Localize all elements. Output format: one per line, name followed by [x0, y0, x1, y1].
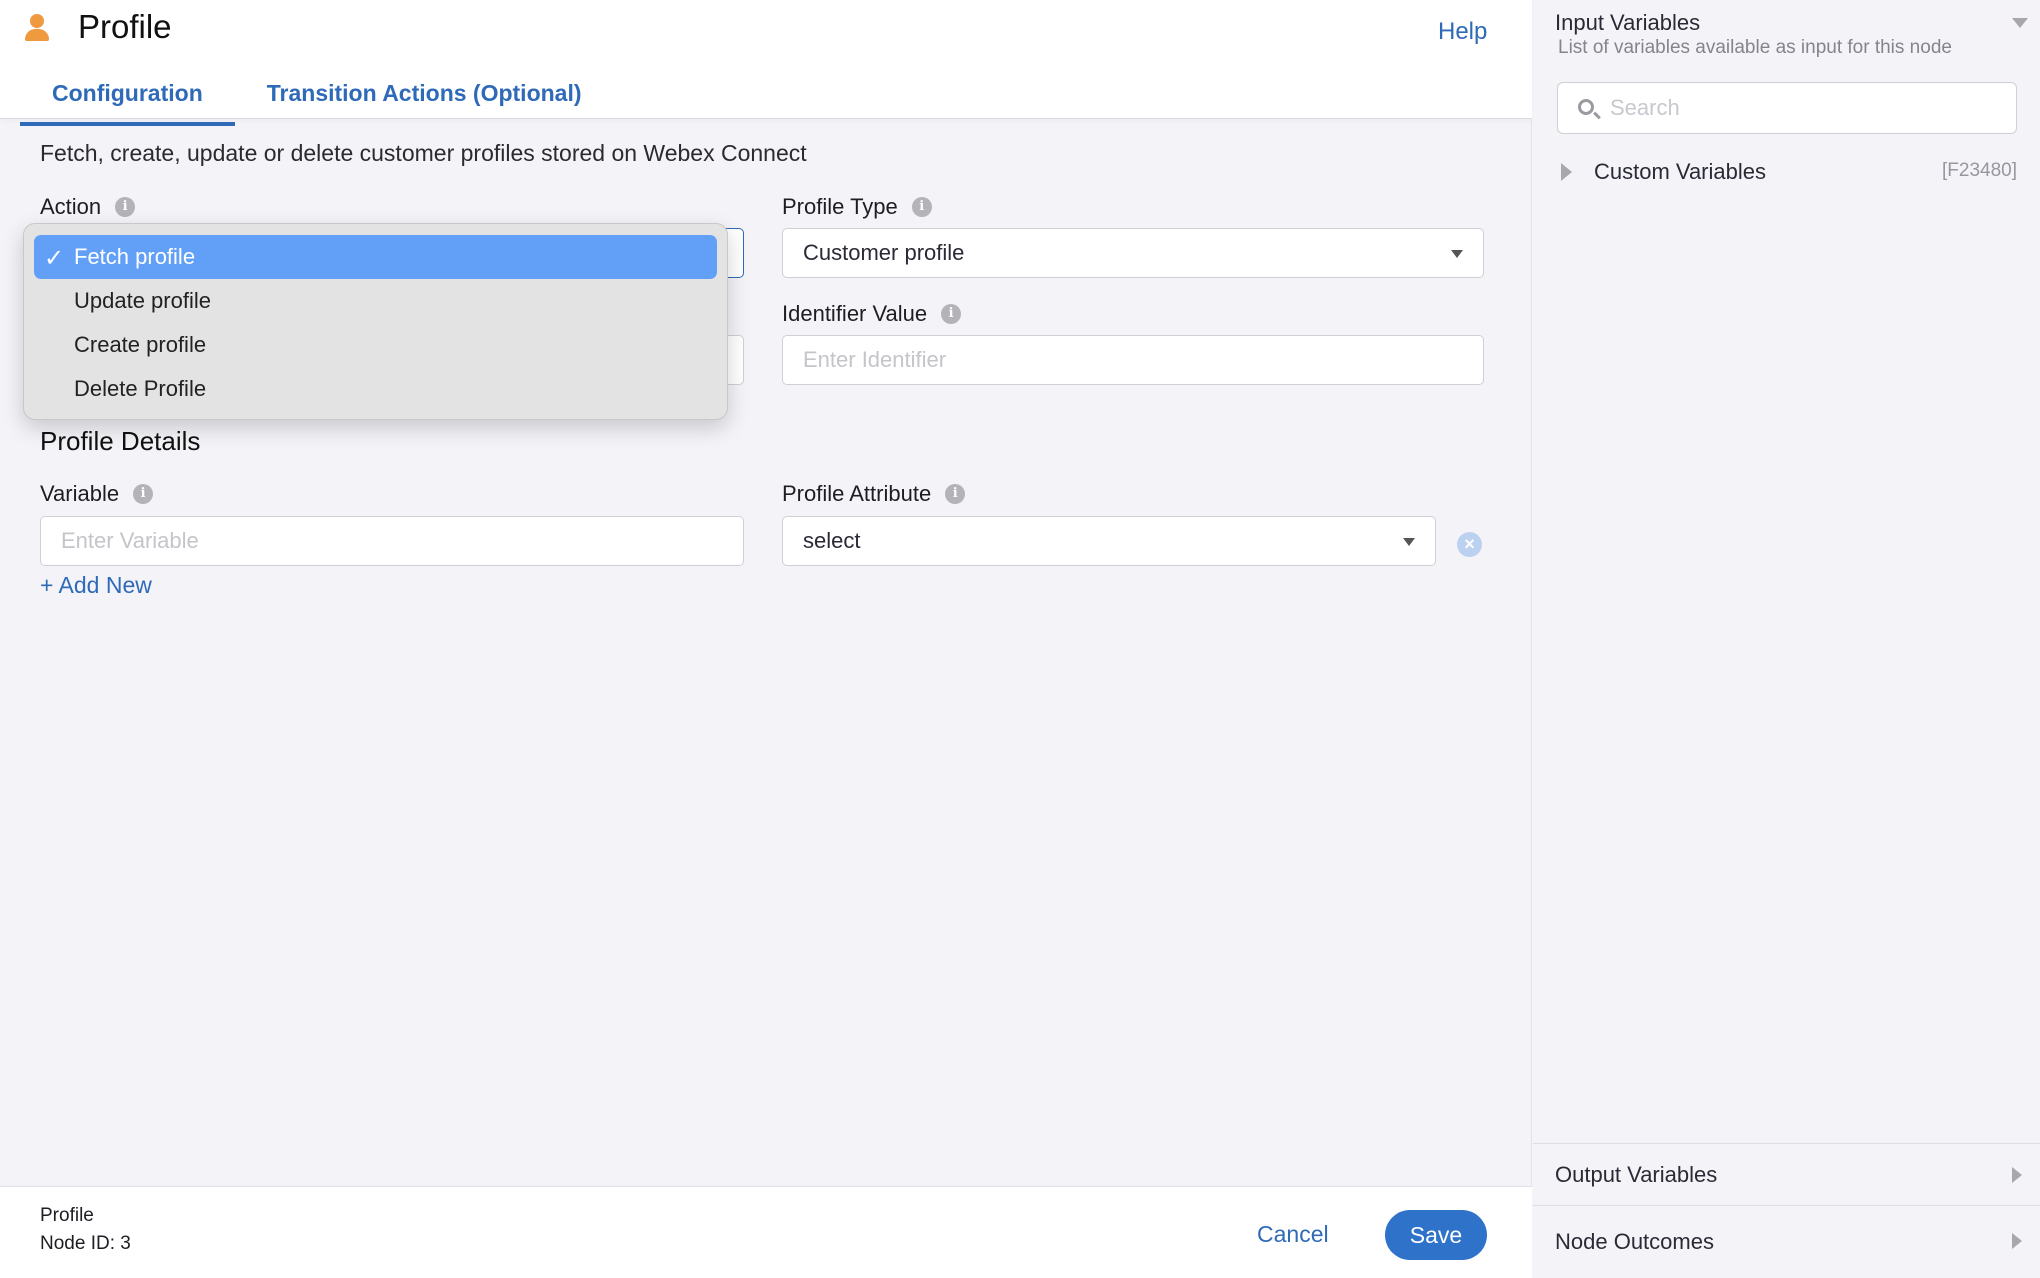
- info-icon[interactable]: i: [945, 484, 966, 504]
- identifier-value-label: Identifier Value i: [782, 301, 962, 327]
- title-row: Profile: [22, 8, 172, 46]
- caret-right-icon[interactable]: [1561, 163, 1572, 181]
- help-link[interactable]: Help: [1438, 18, 1487, 46]
- action-label-text: Action: [40, 194, 102, 219]
- profile-details-title: Profile Details: [40, 426, 201, 456]
- identifier-value-label-text: Identifier Value: [782, 301, 928, 326]
- profile-type-label: Profile Type i: [782, 194, 932, 220]
- remove-row-icon[interactable]: ×: [1457, 532, 1482, 557]
- person-icon: [22, 10, 52, 44]
- profile-type-value: Customer profile: [803, 240, 965, 265]
- dropdown-option-delete-profile[interactable]: Delete Profile: [34, 367, 717, 411]
- tree-item-custom-variables[interactable]: Custom Variables [F23480]: [1561, 156, 2017, 188]
- search-icon: [1578, 99, 1594, 115]
- identifier-value-placeholder: Enter Identifier: [803, 347, 947, 372]
- search-placeholder: Search: [1610, 95, 1680, 120]
- identifier-value-input[interactable]: Enter Identifier: [782, 335, 1484, 385]
- dropdown-option-update-profile[interactable]: Update profile: [34, 279, 717, 323]
- option-label: Delete Profile: [74, 376, 207, 401]
- caret-right-icon: [2012, 1233, 2022, 1249]
- footer-node-id: Node ID: 3: [40, 1233, 131, 1254]
- variable-label: Variable i: [40, 481, 154, 507]
- tab-bar: Configuration Transition Actions (Option…: [20, 72, 614, 126]
- profile-attribute-value: select: [803, 528, 861, 553]
- profile-type-select[interactable]: Customer profile: [782, 228, 1484, 278]
- dropdown-option-fetch-profile[interactable]: ✓ Fetch profile: [34, 235, 717, 279]
- tree-item-label: Custom Variables: [1594, 159, 1766, 184]
- tree-item-code: [F23480]: [1942, 160, 2017, 181]
- profile-attribute-label-text: Profile Attribute: [782, 481, 932, 506]
- info-icon[interactable]: i: [133, 484, 154, 504]
- profile-type-label-text: Profile Type: [782, 194, 898, 219]
- accordion-label: Output Variables: [1555, 1161, 1718, 1187]
- collapse-icon[interactable]: [2012, 18, 2028, 28]
- chevron-down-icon: [1451, 250, 1463, 258]
- action-label: Action i: [40, 194, 136, 220]
- option-label: Fetch profile: [74, 244, 196, 269]
- save-button[interactable]: Save: [1385, 1210, 1487, 1260]
- chevron-down-icon: [1403, 538, 1415, 546]
- accordion-node-outcomes[interactable]: Node Outcomes: [1533, 1205, 2040, 1278]
- search-input[interactable]: Search: [1557, 82, 2017, 134]
- profile-attribute-label: Profile Attribute i: [782, 481, 966, 507]
- caret-right-icon: [2012, 1167, 2022, 1183]
- accordion-label: Node Outcomes: [1555, 1229, 1714, 1254]
- main-panel: Profile Help Configuration Transition Ac…: [0, 0, 1532, 1278]
- profile-attribute-select[interactable]: select: [782, 516, 1436, 566]
- info-icon[interactable]: i: [911, 197, 932, 217]
- option-label: Update profile: [74, 288, 211, 313]
- option-label: Create profile: [74, 332, 207, 357]
- cancel-button[interactable]: Cancel: [1257, 1221, 1329, 1248]
- checkmark-icon: ✓: [44, 245, 65, 272]
- info-icon[interactable]: i: [115, 197, 136, 217]
- footer-node-name: Profile: [40, 1205, 94, 1226]
- variable-label-text: Variable: [40, 481, 120, 506]
- info-icon[interactable]: i: [941, 304, 962, 324]
- variable-input[interactable]: Enter Variable: [40, 516, 744, 566]
- input-variables-title: Input Variables: [1555, 10, 1701, 35]
- tab-transition-actions[interactable]: Transition Actions (Optional): [235, 72, 614, 121]
- footer: Profile Node ID: 3 Cancel Save: [0, 1186, 1532, 1278]
- variables-sidebar: Input Variables List of variables availa…: [1533, 0, 2040, 1278]
- action-dropdown-menu: ✓ Fetch profile Update profile Create pr…: [23, 223, 728, 420]
- variable-placeholder: Enter Variable: [61, 528, 199, 553]
- accordion-output-variables[interactable]: Output Variables: [1533, 1143, 2040, 1205]
- dropdown-option-create-profile[interactable]: Create profile: [34, 323, 717, 367]
- tab-configuration[interactable]: Configuration: [20, 72, 235, 126]
- header: Profile Help Configuration Transition Ac…: [0, 0, 1532, 126]
- input-variables-subtitle: List of variables available as input for…: [1558, 37, 1952, 58]
- page-title: Profile: [78, 8, 172, 45]
- add-new-link[interactable]: + Add New: [40, 572, 152, 599]
- description: Fetch, create, update or delete customer…: [40, 140, 807, 166]
